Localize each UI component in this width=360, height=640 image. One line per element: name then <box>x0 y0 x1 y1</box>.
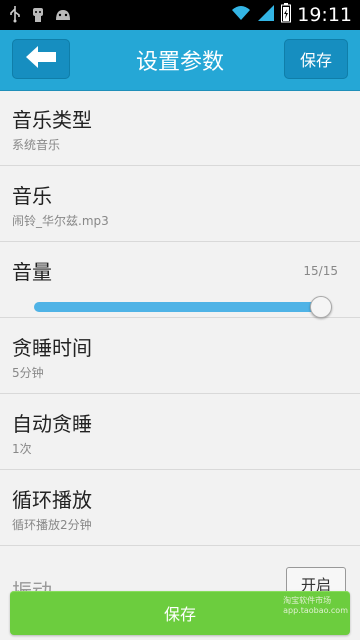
watermark-line1: 淘宝软件市场 <box>283 596 332 605</box>
usb-icon <box>8 5 22 27</box>
setting-snooze-time[interactable]: 贪睡时间 5分钟 <box>0 318 360 394</box>
setting-value: 5分钟 <box>12 366 44 380</box>
setting-loop-play[interactable]: 循环播放 循环播放2分钟 <box>0 470 360 546</box>
clock-time: 19:11 <box>297 4 352 26</box>
watermark-line2: app.taobao.com <box>283 606 348 615</box>
volume-value: 15/15 <box>303 264 338 278</box>
watermark: 淘宝软件市场 app.taobao.com <box>283 596 348 616</box>
android-icon <box>54 6 72 26</box>
setting-label: 音量 <box>12 260 52 284</box>
setting-label: 音乐类型 <box>12 108 92 132</box>
volume-slider[interactable] <box>34 296 332 318</box>
status-bar: 19:11 <box>0 0 360 30</box>
setting-value: 循环播放2分钟 <box>12 518 92 532</box>
robot-notification-icon <box>30 5 46 27</box>
battery-icon <box>281 3 292 27</box>
volume-slider-fill <box>34 296 332 318</box>
setting-music[interactable]: 音乐 闹铃_华尔兹.mp3 <box>0 166 360 242</box>
setting-vibration: 振动 开启 <box>0 555 360 603</box>
setting-value: 闹铃_华尔兹.mp3 <box>12 214 109 228</box>
setting-value: 1次 <box>12 442 32 456</box>
setting-label: 循环播放 <box>12 488 92 512</box>
status-left-icons <box>8 5 72 27</box>
setting-music-type[interactable]: 音乐类型 系统音乐 <box>0 90 360 166</box>
setting-label: 自动贪睡 <box>12 412 92 436</box>
settings-list: 音乐类型 系统音乐 音乐 闹铃_华尔兹.mp3 音量 15/15 贪睡时间 5分… <box>0 90 360 546</box>
setting-label: 贪睡时间 <box>12 336 92 360</box>
signal-icon <box>257 4 275 26</box>
save-button-header[interactable]: 保存 <box>284 39 348 79</box>
status-right: 19:11 <box>231 3 352 27</box>
setting-value: 系统音乐 <box>12 138 61 152</box>
wifi-icon <box>231 4 251 26</box>
app-header: 设置参数 保存 <box>0 30 360 91</box>
setting-auto-snooze[interactable]: 自动贪睡 1次 <box>0 394 360 470</box>
volume-slider-thumb[interactable] <box>310 296 332 318</box>
setting-label: 音乐 <box>12 184 52 208</box>
setting-volume: 音量 15/15 <box>0 242 360 318</box>
